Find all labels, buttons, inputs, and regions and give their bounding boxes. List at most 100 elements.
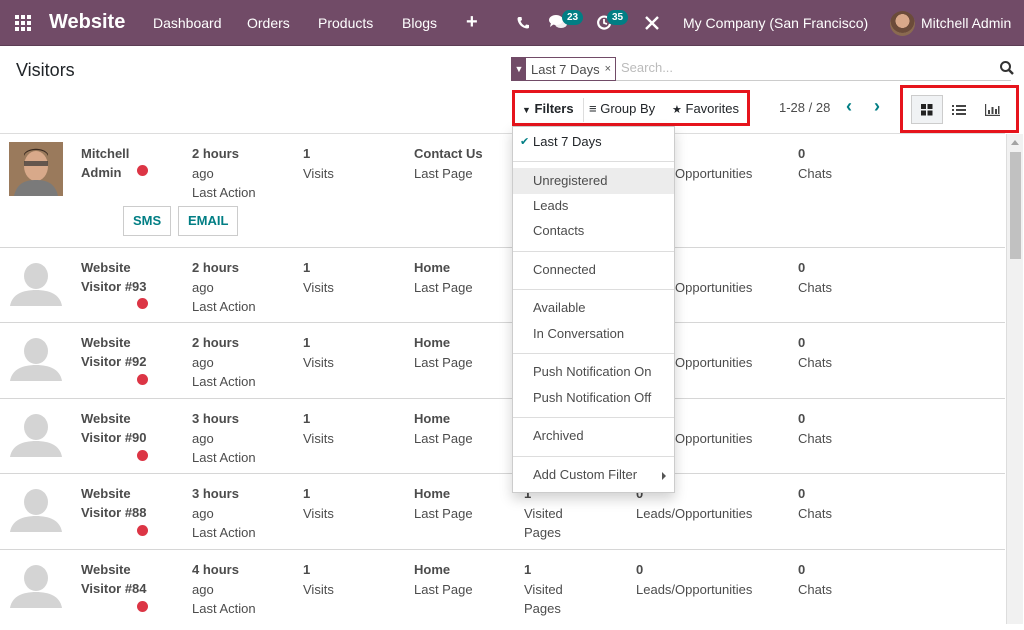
visitor-card[interactable]: Website Visitor #92 2 hours ago Last Action… [0, 323, 1005, 399]
visitor-name: Website Visitor #84 [81, 562, 147, 596]
filter-last-7-days[interactable]: ✔ Last 7 Days [513, 129, 674, 155]
visitor-card[interactable]: Website Visitor #93 2 hours ago Last Action… [0, 248, 1005, 323]
app-name[interactable]: Website [49, 11, 125, 34]
favorites-button[interactable]: ★ Favorites [672, 98, 739, 122]
search-bar: ▼ Last 7 Days × [511, 57, 1014, 81]
top-navbar: Website Dashboard Orders Products Blogs … [0, 0, 1024, 46]
filter-funnel-icon: ▼ [522, 105, 531, 115]
search-input[interactable] [621, 60, 921, 75]
email-button[interactable]: EMAIL [178, 206, 239, 236]
groupby-button[interactable]: ≡ Group By [589, 98, 655, 122]
chats-count: 0 Chats [798, 146, 832, 181]
visitor-card[interactable]: Mitchell Admin 2 hours ago Last Action 1 Vi… [0, 134, 1005, 248]
visitor-card[interactable]: Website Visitor #84 4 hours ago Last Action… [0, 550, 1005, 630]
last-page: Home Last Page [414, 260, 473, 295]
list-view-button[interactable] [943, 95, 975, 124]
chats-count: 0 Chats [798, 562, 832, 597]
filter-contacts[interactable]: Contacts [513, 218, 674, 244]
last-page: Home Last Page [414, 486, 473, 521]
menu-products[interactable]: Products [318, 15, 373, 31]
visits-count: 1 Visits [303, 562, 334, 597]
star-icon: ★ [672, 104, 682, 116]
menu-blogs[interactable]: Blogs [402, 15, 437, 31]
sms-button[interactable]: SMS [123, 206, 172, 236]
graph-view-button[interactable] [976, 95, 1008, 124]
last-page: Home Last Page [414, 562, 473, 597]
search-options-highlight: ▼ Filters ≡ Group By ★ Favorites [512, 90, 750, 126]
filter-leads[interactable]: Leads [513, 193, 674, 219]
search-facet: ▼ Last 7 Days × [511, 57, 617, 81]
visited-pages: 1VisitedPages [524, 562, 563, 616]
scrollbar-thumb[interactable] [1010, 152, 1021, 259]
visits-count: 1 Visits [303, 486, 334, 521]
user-avatar[interactable] [890, 11, 915, 36]
filter-connected[interactable]: Connected [513, 257, 674, 283]
visitor-name: Website Visitor #88 [81, 486, 147, 520]
activities-badge: 35 [607, 10, 629, 25]
page-title: Visitors [16, 60, 75, 80]
add-custom-filter[interactable]: Add Custom Filter [513, 462, 674, 488]
filter-archived[interactable]: Archived [513, 423, 674, 449]
apps-grid-icon[interactable] [15, 15, 31, 31]
chats-count: 0 Chats [798, 260, 832, 295]
visitor-card[interactable]: Website Visitor #90 3 hours ago Last Action… [0, 399, 1005, 474]
user-menu[interactable]: Mitchell Admin [921, 15, 1011, 31]
dropdown-divider [513, 456, 674, 457]
caret-right-icon [662, 472, 666, 480]
status-offline-dot [137, 601, 148, 612]
chats-count: 0 Chats [798, 411, 832, 446]
status-offline-dot [137, 374, 148, 385]
company-switcher[interactable]: My Company (San Francisco) [683, 15, 868, 31]
filter-push-notification-off[interactable]: Push Notification Off [513, 385, 674, 411]
visits-count: 1 Visits [303, 335, 334, 370]
chats-count: 0 Chats [798, 486, 832, 521]
last-action: 4 hours ago Last Action [192, 562, 256, 616]
person-photo-icon [9, 142, 63, 196]
kanban-icon [921, 103, 933, 115]
filters-button[interactable]: ▼ Filters [522, 98, 584, 122]
status-offline-dot [137, 165, 148, 176]
filter-unregistered[interactable]: Unregistered [513, 168, 674, 194]
filter-available[interactable]: Available [513, 295, 674, 321]
last-action: 3 hours ago Last Action [192, 486, 256, 540]
filter-push-notification-on[interactable]: Push Notification On [513, 359, 674, 385]
menu-dashboard[interactable]: Dashboard [153, 15, 222, 31]
chats-count: 0 Chats [798, 335, 832, 370]
pager-previous-icon[interactable]: ‹ [846, 96, 852, 117]
filter-in-conversation[interactable]: In Conversation [513, 321, 674, 347]
visitor-name: Mitchell Admin [81, 146, 130, 180]
tools-icon[interactable] [645, 16, 659, 30]
default-avatar-icon [10, 565, 62, 608]
vertical-scrollbar[interactable] [1006, 134, 1023, 624]
default-avatar-icon [10, 338, 62, 381]
visitor-card[interactable]: Website Visitor #88 3 hours ago Last Action… [0, 474, 1005, 550]
pager-next-icon[interactable]: › [874, 96, 880, 117]
dropdown-divider [513, 251, 674, 252]
scroll-up-arrow-icon[interactable] [1011, 140, 1019, 145]
default-avatar-icon [10, 489, 62, 532]
kanban-view-button[interactable] [911, 95, 943, 124]
phone-icon[interactable] [517, 16, 529, 29]
last-page: Home Last Page [414, 335, 473, 370]
leads-count: 0Leads/Opportunities [636, 562, 753, 597]
facet-label: Last 7 Days [531, 61, 600, 77]
default-avatar-icon [10, 263, 62, 306]
dropdown-divider [513, 161, 674, 162]
plus-icon[interactable]: + [466, 11, 478, 34]
status-offline-dot [137, 298, 148, 309]
last-action: 3 hours ago Last Action [192, 411, 256, 465]
search-icon[interactable] [999, 60, 1015, 76]
filters-dropdown: ✔ Last 7 Days Unregistered Leads Contact… [512, 126, 675, 493]
filter-icon: ▼ [512, 58, 526, 80]
last-action: 2 hours ago Last Action [192, 146, 256, 200]
menu-orders[interactable]: Orders [247, 15, 290, 31]
messages-badge: 23 [562, 10, 584, 25]
groupby-bars-icon: ≡ [589, 101, 597, 116]
list-icon [952, 104, 966, 115]
dropdown-divider [513, 289, 674, 290]
visitor-name: Website Visitor #93 [81, 260, 147, 294]
facet-close-icon[interactable]: × [605, 63, 615, 75]
visitor-name: Website Visitor #92 [81, 335, 147, 369]
pager-value[interactable]: 1-28 / 28 [779, 100, 830, 115]
status-offline-dot [137, 450, 148, 461]
